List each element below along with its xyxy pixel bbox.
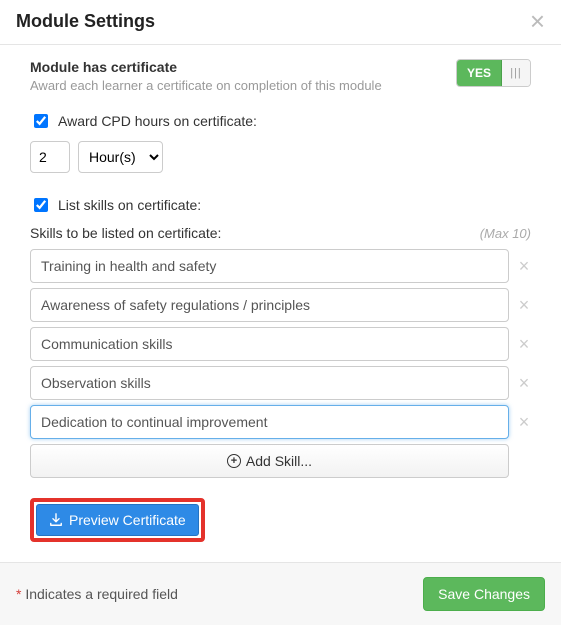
certificate-desc: Award each learner a certificate on comp… bbox=[30, 78, 382, 93]
skill-row: × bbox=[30, 405, 531, 439]
skill-input[interactable] bbox=[30, 405, 509, 439]
skill-input[interactable] bbox=[30, 366, 509, 400]
skill-row: × bbox=[30, 288, 531, 322]
download-icon bbox=[49, 513, 63, 527]
save-changes-button[interactable]: Save Changes bbox=[423, 577, 545, 611]
remove-skill-icon[interactable]: × bbox=[517, 413, 531, 431]
certificate-label: Module has certificate bbox=[30, 59, 382, 75]
toggle-yes-label: YES bbox=[457, 60, 502, 86]
skill-row: × bbox=[30, 327, 531, 361]
required-star-icon: * bbox=[16, 586, 21, 602]
skills-checkbox-label: List skills on certificate: bbox=[58, 197, 201, 213]
add-skill-button[interactable]: + Add Skill... bbox=[30, 444, 509, 478]
cpd-hours-input[interactable] bbox=[30, 141, 70, 173]
skill-input[interactable] bbox=[30, 327, 509, 361]
preview-button-label: Preview Certificate bbox=[69, 512, 186, 528]
skill-input[interactable] bbox=[30, 249, 509, 283]
toggle-handle-icon: ||| bbox=[502, 60, 530, 86]
remove-skill-icon[interactable]: × bbox=[517, 335, 531, 353]
skills-header-label: Skills to be listed on certificate: bbox=[30, 225, 221, 241]
skill-input[interactable] bbox=[30, 288, 509, 322]
certificate-toggle[interactable]: YES ||| bbox=[456, 59, 531, 87]
remove-skill-icon[interactable]: × bbox=[517, 374, 531, 392]
plus-circle-icon: + bbox=[227, 454, 241, 468]
page-title: Module Settings bbox=[16, 11, 155, 32]
skills-max-label: (Max 10) bbox=[480, 226, 531, 241]
skills-checkbox[interactable] bbox=[34, 198, 48, 212]
add-skill-label: Add Skill... bbox=[246, 453, 312, 469]
remove-skill-icon[interactable]: × bbox=[517, 257, 531, 275]
preview-highlight: Preview Certificate bbox=[30, 498, 205, 542]
required-note: * Indicates a required field bbox=[16, 586, 178, 602]
close-icon[interactable]: × bbox=[530, 8, 545, 34]
cpd-unit-select[interactable]: Hour(s) bbox=[78, 141, 163, 173]
cpd-checkbox-label: Award CPD hours on certificate: bbox=[58, 113, 257, 129]
skill-row: × bbox=[30, 366, 531, 400]
cpd-checkbox[interactable] bbox=[34, 114, 48, 128]
remove-skill-icon[interactable]: × bbox=[517, 296, 531, 314]
preview-certificate-button[interactable]: Preview Certificate bbox=[36, 504, 199, 536]
skill-row: × bbox=[30, 249, 531, 283]
